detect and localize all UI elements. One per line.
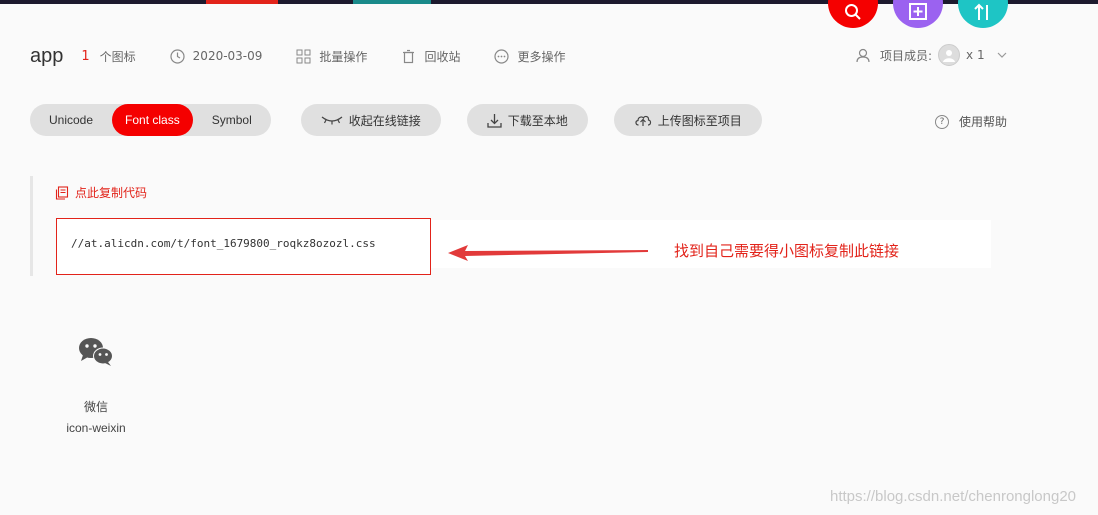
search-icon xyxy=(845,4,861,20)
grid-icon xyxy=(296,49,311,63)
created-date-text: 2020-03-09 xyxy=(192,49,263,63)
icon-class-name: icon-weixin xyxy=(66,421,126,435)
trash-icon xyxy=(403,49,415,63)
wechat-icon xyxy=(79,338,113,366)
add-box-icon xyxy=(909,3,927,20)
top-nav-active-indicator xyxy=(206,0,278,4)
tab-font-class[interactable]: Font class xyxy=(112,104,193,136)
copy-code-label: 点此复制代码 xyxy=(75,186,148,200)
upload-button[interactable]: 上传图标至项目 xyxy=(613,104,762,136)
more-ops-button[interactable]: 更多操作 xyxy=(494,48,565,65)
project-header: app 1 个图标 2020-03-09 批量操作 回收站 更多操作 xyxy=(30,38,565,74)
icon-count: 1 xyxy=(81,48,90,64)
css-link-url[interactable]: //at.alicdn.com/t/font_1679800_roqkz8ozo… xyxy=(71,237,376,250)
toolbar: Unicode Font class Symbol 收起在线链接 下载至本地 上… xyxy=(30,104,762,136)
closed-eye-icon xyxy=(321,116,343,125)
collapse-link-label: 收起在线链接 xyxy=(348,113,421,128)
download-icon xyxy=(487,113,502,128)
watermark: https://blog.csdn.net/chenronglong20 xyxy=(830,488,1077,505)
page: app 1 个图标 2020-03-09 批量操作 回收站 更多操作 项目成员:… xyxy=(0,0,1098,515)
copy-code-button[interactable]: 点此复制代码 xyxy=(55,184,147,201)
icon-count-label: 个图标 xyxy=(99,49,136,64)
format-tabs: Unicode Font class Symbol xyxy=(30,104,271,136)
icon-card[interactable]: 微信 icon-weixin xyxy=(56,330,136,435)
more-ops-label: 更多操作 xyxy=(517,49,566,64)
chevron-down-icon xyxy=(997,52,1007,58)
icon-name: 微信 xyxy=(83,400,108,414)
annotation-text: 找到自己需要得小图标复制此链接 xyxy=(674,242,900,260)
search-fab-button[interactable] xyxy=(828,0,878,28)
download-label: 下载至本地 xyxy=(507,113,568,128)
project-members[interactable]: 项目成员: x 1 xyxy=(856,44,1007,66)
cloud-upload-icon xyxy=(635,115,651,126)
recycle-bin-button[interactable]: 回收站 xyxy=(401,48,460,65)
css-link-box[interactable]: //at.alicdn.com/t/font_1679800_roqkz8ozo… xyxy=(56,218,431,275)
download-button[interactable]: 下载至本地 xyxy=(466,104,588,136)
collapse-link-button[interactable]: 收起在线链接 xyxy=(300,104,441,136)
members-count: x 1 xyxy=(966,48,985,62)
icon-glyph xyxy=(56,330,136,374)
created-date: 2020-03-09 xyxy=(170,48,263,64)
project-title: app xyxy=(30,44,64,67)
avatar xyxy=(938,44,961,66)
tab-symbol[interactable]: Symbol xyxy=(193,104,271,136)
help-label: 使用帮助 xyxy=(959,115,1008,129)
help-link[interactable]: ? 使用帮助 xyxy=(935,113,1007,130)
members-icon xyxy=(856,48,870,62)
clock-icon xyxy=(170,48,185,64)
sort-arrows-icon xyxy=(974,3,988,20)
user-avatar-icon xyxy=(943,50,956,62)
batch-ops-button[interactable]: 批量操作 xyxy=(296,48,367,65)
annotation-arrow xyxy=(448,245,648,261)
add-fab-button[interactable] xyxy=(893,0,943,28)
recycle-bin-label: 回收站 xyxy=(424,49,461,64)
tab-unicode[interactable]: Unicode xyxy=(30,104,112,136)
sort-fab-button[interactable] xyxy=(958,0,1008,28)
upload-label: 上传图标至项目 xyxy=(657,113,742,128)
copy-icon xyxy=(55,185,69,200)
top-nav-secondary-indicator xyxy=(353,0,431,4)
members-label: 项目成员: xyxy=(880,48,933,63)
batch-ops-label: 批量操作 xyxy=(319,49,368,64)
more-dots-icon xyxy=(494,48,510,64)
help-question-icon: ? xyxy=(935,114,949,129)
